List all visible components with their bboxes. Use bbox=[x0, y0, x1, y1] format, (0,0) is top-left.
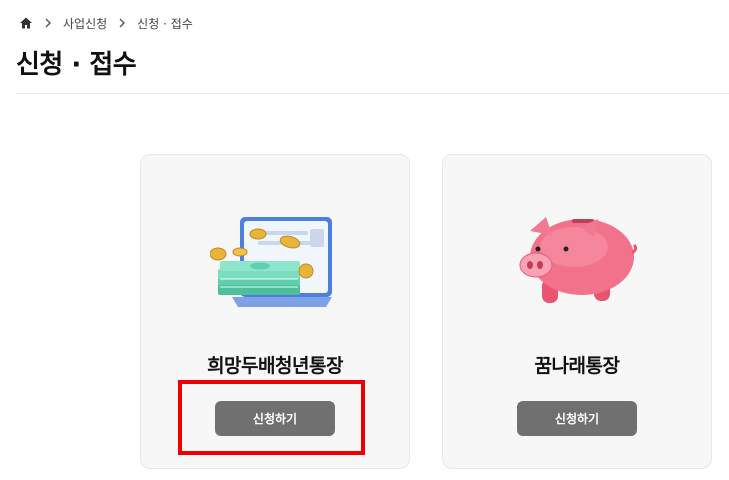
breadcrumb: 사업신청 신청 · 접수 bbox=[19, 14, 193, 32]
program-card-dream-wing-account: 꿈나래통장 신청하기 bbox=[442, 154, 712, 469]
page-title: 신청 · 접수 bbox=[16, 50, 137, 80]
home-icon[interactable] bbox=[19, 16, 33, 30]
apply-button[interactable]: 신청하기 bbox=[215, 401, 335, 436]
breadcrumb-item-application-submission[interactable]: 신청 · 접수 bbox=[137, 15, 193, 32]
piggy-bank-illustration bbox=[516, 209, 638, 311]
chevron-right-icon bbox=[115, 16, 129, 30]
breadcrumb-item-business-application[interactable]: 사업신청 bbox=[63, 15, 107, 32]
program-card-hope-double-youth-account: 희망두배청년통장 신청하기 bbox=[140, 154, 410, 469]
program-name: 꿈나래통장 bbox=[534, 355, 620, 377]
apply-button[interactable]: 신청하기 bbox=[517, 401, 637, 436]
program-name: 희망두배청년통장 bbox=[207, 355, 343, 377]
money-wallet-illustration bbox=[209, 211, 340, 315]
chevron-right-icon bbox=[41, 16, 55, 30]
title-divider bbox=[16, 93, 729, 94]
